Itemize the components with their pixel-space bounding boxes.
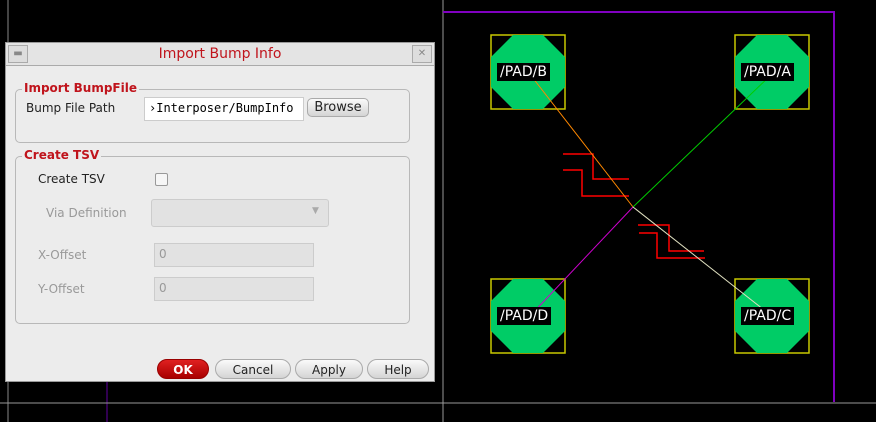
- chevron-down-icon: ▼: [312, 206, 319, 216]
- help-button[interactable]: Help: [367, 359, 429, 379]
- net-line-d: [528, 206, 634, 318]
- pad-label-b: /PAD/B: [497, 63, 550, 81]
- create-tsv-label: Create TSV: [38, 172, 105, 186]
- group-title: Create TSV: [22, 148, 102, 162]
- title-bar[interactable]: ▬ Import Bump Info ✕: [6, 43, 434, 66]
- browse-button[interactable]: Browse: [307, 98, 369, 117]
- via-definition-select[interactable]: [151, 199, 329, 227]
- create-tsv-checkbox[interactable]: [155, 173, 168, 186]
- pad-label-a: /PAD/A: [741, 63, 794, 81]
- pad-label-d: /PAD/D: [497, 307, 552, 325]
- pad-label-c: /PAD/C: [741, 307, 795, 325]
- x-offset-input[interactable]: 0: [154, 243, 314, 267]
- bump-file-path-input[interactable]: ›Interposer/BumpInfo: [144, 97, 304, 121]
- cancel-button[interactable]: Cancel: [215, 359, 291, 379]
- net-line-a: [632, 72, 774, 208]
- apply-button[interactable]: Apply: [295, 359, 363, 379]
- import-bump-info-dialog: ▬ Import Bump Info ✕ Import BumpFile Bum…: [5, 42, 435, 382]
- group-title: Import BumpFile: [22, 81, 139, 95]
- y-offset-label: Y-Offset: [38, 282, 85, 296]
- close-icon[interactable]: ✕: [412, 45, 432, 63]
- x-offset-label: X-Offset: [38, 248, 87, 262]
- via-definition-label: Via Definition: [46, 206, 127, 220]
- dialog-title: Import Bump Info: [158, 46, 282, 62]
- net-line-b: [528, 72, 634, 208]
- net-line-c: [632, 206, 774, 318]
- y-offset-input[interactable]: 0: [154, 277, 314, 301]
- bump-file-path-label: Bump File Path: [26, 101, 116, 115]
- ok-button[interactable]: OK: [157, 359, 209, 379]
